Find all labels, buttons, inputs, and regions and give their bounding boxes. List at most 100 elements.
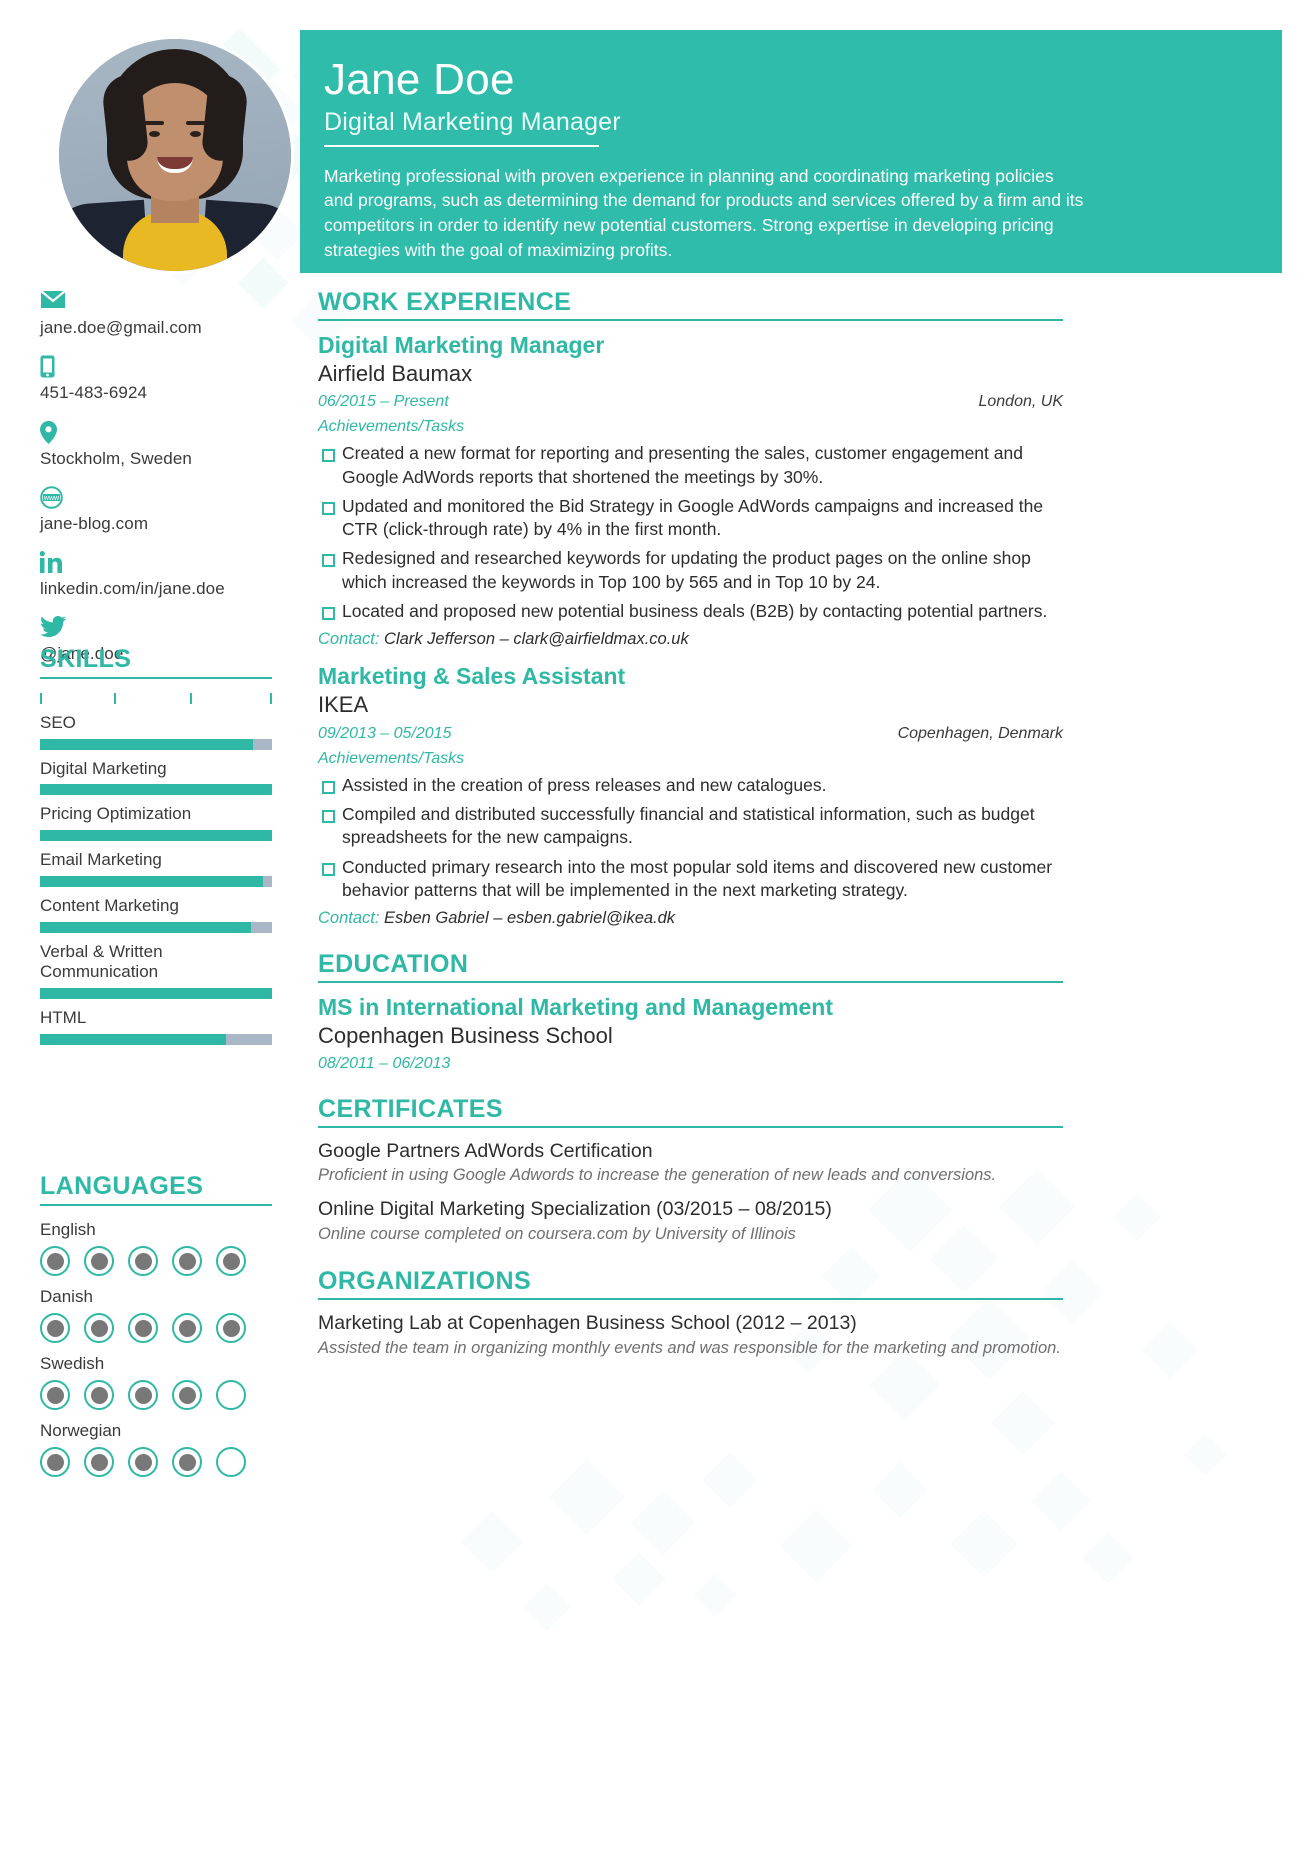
certificate-description: Online course completed on coursera.com … [318, 1224, 796, 1243]
education-school: Copenhagen Business School [318, 1022, 613, 1048]
skill-item: Content Marketing [40, 896, 272, 933]
job-subheading: Achievements/Tasks [318, 749, 465, 767]
header-divider [324, 144, 599, 147]
header-summary: Marketing professional with proven exper… [324, 165, 1084, 261]
header-banner: Jane Doe Digital Marketing Manager Marke… [300, 30, 1282, 273]
language-label: Norwegian [40, 1421, 122, 1440]
skill-item: Email Marketing [40, 850, 272, 887]
page-title: Jane Doe [324, 55, 515, 104]
organization-title: Marketing Lab at Copenhagen Business Sch… [318, 1312, 857, 1335]
task-item: Conducted primary research into the most… [318, 856, 1063, 903]
language-label: Danish [40, 1287, 93, 1306]
contact-item-email[interactable]: jane.doe@gmail.com [40, 290, 310, 338]
language-level-dot [216, 1246, 246, 1276]
skill-item: Digital Marketing [40, 759, 272, 796]
job-contact-value[interactable]: Clark Jefferson – clark@airfieldmax.co.u… [384, 630, 689, 648]
certificates-section: CERTIFICATES Google Partners AdWords Cer… [318, 1095, 1063, 1246]
job-contact-label: Contact: [318, 909, 380, 928]
header-job-title: Digital Marketing Manager [324, 107, 621, 136]
job-location: Copenhagen, Denmark [897, 724, 1063, 742]
organization-description: Assisted the team in organizing monthly … [318, 1338, 1061, 1357]
contact-item-linkedin[interactable]: linkedin.com/in/jane.doe [40, 551, 310, 599]
task-item: Created a new format for reporting and p… [318, 442, 1063, 489]
language-level-dot [84, 1313, 114, 1343]
certificate-title: Google Partners AdWords Certification [318, 1139, 653, 1162]
job-date: 09/2013 – 05/2015 [318, 724, 452, 742]
language-level-dot [84, 1246, 114, 1276]
job-date: 06/2015 – Present [318, 393, 449, 411]
twitter-icon [40, 616, 310, 638]
task-item: Compiled and distributed successfully fi… [318, 803, 1063, 850]
skills-heading: SKILLS [40, 645, 272, 679]
job-organization: Airfield Baumax [318, 360, 473, 386]
education-date: 08/2011 – 06/2013 [318, 1054, 451, 1072]
job-title: Marketing & Sales Assistant [318, 663, 626, 690]
organization-entry: Marketing Lab at Copenhagen Business Sch… [318, 1311, 1063, 1359]
svg-text:www: www [43, 495, 60, 502]
avatar [56, 36, 294, 274]
job-contact-line: Contact: Esben Gabriel – esben.gabriel@i… [318, 909, 1063, 928]
job-contact-label: Contact: [318, 630, 380, 649]
skill-bar [40, 1033, 272, 1045]
skill-label: Verbal & Written Communication [40, 941, 163, 982]
language-level-dot [216, 1313, 246, 1343]
language-level-dot [84, 1447, 114, 1477]
language-level-dot [216, 1380, 246, 1410]
language-level-dot [40, 1380, 70, 1410]
languages-heading: LANGUAGES [40, 1172, 272, 1206]
certificate-description: Proficient in using Google Adwords to in… [318, 1166, 997, 1184]
certificates-heading: CERTIFICATES [318, 1095, 1063, 1128]
work-experience-section: WORK EXPERIENCE Digital Marketing Manage… [318, 288, 1063, 928]
contact-website-text: jane-blog.com [40, 513, 149, 533]
task-list: Created a new format for reporting and p… [318, 442, 1063, 623]
language-label: Swedish [40, 1354, 105, 1373]
task-item: Redesigned and researched keywords for u… [318, 547, 1063, 594]
language-level-dot [128, 1313, 158, 1343]
linkedin-icon [40, 551, 310, 573]
skill-item: HTML [40, 1008, 272, 1045]
language-item: Swedish [40, 1354, 272, 1410]
language-level-dot [172, 1380, 202, 1410]
contact-item-phone[interactable]: 451-483-6924 [40, 355, 310, 403]
job-subheading: Achievements/Tasks [318, 418, 465, 436]
job-location: London, UK [978, 393, 1063, 411]
task-item: Updated and monitored the Bid Strategy i… [318, 495, 1063, 542]
job-contact-line: Contact: Clark Jefferson – clark@airfiel… [318, 630, 1063, 649]
skill-item: SEO [40, 713, 272, 750]
task-item: Located and proposed new potential busin… [318, 600, 1063, 623]
contact-linkedin-text: linkedin.com/in/jane.doe [40, 579, 225, 598]
contact-item-location[interactable]: Stockholm, Sweden [40, 420, 310, 469]
language-item: Norwegian [40, 1421, 272, 1477]
language-level-dot [216, 1447, 246, 1477]
language-level-dot [128, 1447, 158, 1477]
language-level-dot [172, 1447, 202, 1477]
skill-label: HTML [40, 1008, 87, 1028]
job-meta: 09/2013 – 05/2015 Copenhagen, Denmark [318, 725, 1063, 743]
skill-bar [40, 738, 272, 750]
language-level-dots [40, 1380, 272, 1410]
language-level-dot [172, 1246, 202, 1276]
language-level-dot [40, 1246, 70, 1276]
skill-label: Content Marketing [40, 895, 179, 915]
language-level-dot [40, 1447, 70, 1477]
skills-scale-ticks [40, 693, 272, 704]
contact-item-website[interactable]: www jane-blog.com [40, 485, 310, 534]
language-level-dot [172, 1313, 202, 1343]
language-level-dot [128, 1246, 158, 1276]
job-organization: IKEA [318, 691, 369, 717]
language-level-dots [40, 1246, 272, 1276]
language-item: Danish [40, 1287, 272, 1343]
contact-email-text: jane.doe@gmail.com [40, 318, 202, 337]
language-level-dots [40, 1447, 272, 1477]
skill-item: Pricing Optimization [40, 804, 272, 842]
job-title: Digital Marketing Manager [318, 332, 605, 358]
skill-bar [40, 921, 272, 933]
location-pin-icon [40, 420, 310, 444]
envelope-icon [40, 290, 310, 312]
sidebar: jane.doe@gmail.com 451-483-6924 Stockhol… [0, 0, 350, 1860]
languages-section: LANGUAGES English Danish Swedish Norwegian [40, 1172, 272, 1488]
job-contact-value[interactable]: Esben Gabriel – esben.gabriel@ikea.dk [384, 909, 675, 927]
task-item: Assisted in the creation of press releas… [318, 774, 1063, 797]
organizations-section: ORGANIZATIONS Marketing Lab at Copenhage… [318, 1267, 1063, 1359]
job-meta: 06/2015 – Present London, UK [318, 393, 1063, 411]
